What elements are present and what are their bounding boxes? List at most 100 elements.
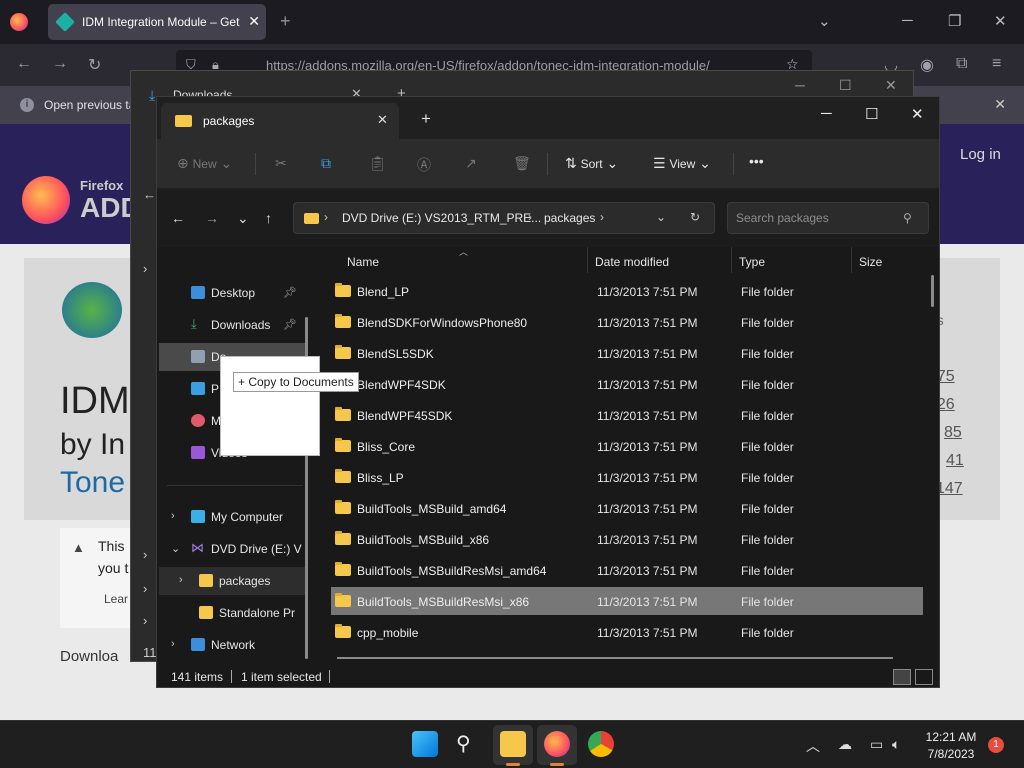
stat-link[interactable]: 41 [946,452,964,470]
nav-item-packages[interactable]: › packages [159,567,305,595]
breadcrumb-separator-icon[interactable]: › [528,210,532,224]
column-header-size[interactable]: Size [859,255,882,269]
more-options-button[interactable]: ••• [749,153,764,169]
notification-close-icon[interactable]: ✕ [994,96,1006,113]
sort-button[interactable]: ⇅ Sort ⌄ [565,155,618,172]
breadcrumb-dvd-drive[interactable]: DVD Drive (E:) VS2013_RTM_PRE... [342,211,541,225]
chevron-right-icon[interactable]: › [143,547,147,562]
nav-item-dvd-drive[interactable]: ⌄ ⋈ DVD Drive (E:) V [159,535,305,563]
breadcrumb-separator-icon[interactable]: › [324,210,328,224]
table-row[interactable]: BuildTools_MSBuildResMsi_amd64 11/3/2013… [331,556,923,584]
nav-item-standalone[interactable]: Standalone Pr [159,599,305,627]
extensions-icon[interactable]: ⧉ [956,55,967,73]
forward-button[interactable]: → [205,210,219,226]
search-input[interactable] [727,202,929,234]
downloads-minimize-button[interactable]: ─ [795,77,805,93]
chevron-right-icon[interactable]: › [171,638,175,650]
table-row[interactable]: BlendSL5SDK 11/3/2013 7:51 PM File folde… [331,339,923,367]
stat-link[interactable]: 85 [944,424,962,442]
firefox-menu-icon[interactable] [10,13,28,31]
chevron-right-icon[interactable]: › [143,613,147,628]
horizontal-scrollbar[interactable] [337,657,893,659]
forward-icon[interactable]: → [52,55,68,73]
menu-icon[interactable]: ≡ [992,55,1001,73]
address-bar[interactable]: › DVD Drive (E:) VS2013_RTM_PRE... › pac… [293,202,715,234]
firefox-tab[interactable]: IDM Integration Module – Get this Extens… [48,4,266,40]
close-tab-icon[interactable]: ✕ [377,112,388,128]
windows-start-icon[interactable] [412,731,438,757]
file-explorer-icon[interactable] [500,731,526,757]
chevron-right-icon[interactable]: › [143,581,147,596]
column-divider[interactable] [851,247,852,273]
chevron-right-icon[interactable]: › [143,261,147,276]
column-divider[interactable] [731,247,732,273]
explorer-tab-packages[interactable]: packages ✕ [161,103,399,139]
new-button[interactable]: ⊕ New ⌄ [177,155,232,172]
reload-icon[interactable]: ↻ [88,55,101,75]
minimize-button[interactable]: ─ [902,12,913,29]
column-header-date[interactable]: Date modified [595,255,669,269]
breadcrumb-packages[interactable]: packages [544,211,595,225]
maximize-button[interactable]: ☐ [865,105,878,123]
copy-icon[interactable]: ⧉ [321,155,331,172]
learn-more-link[interactable]: Lear [104,592,128,606]
notification-badge[interactable]: 1 [988,737,1004,753]
firefox-icon[interactable] [544,731,570,757]
up-button[interactable]: ↑ [265,210,272,226]
addon-author-link[interactable]: Tone [60,466,125,500]
breadcrumb-separator-icon[interactable]: › [600,210,604,224]
column-divider[interactable] [587,247,588,273]
share-icon[interactable]: ↗ [465,155,477,172]
nav-item-desktop[interactable]: Desktop 📌︎ [159,279,305,307]
paste-icon[interactable]: 📋︎ [369,155,387,172]
tab-list-icon[interactable]: ⌄ [818,12,831,30]
downloads-maximize-button[interactable]: ☐ [839,77,852,94]
table-row[interactable]: BlendSDKForWindowsPhone80 11/3/2013 7:51… [331,308,923,336]
column-header-type[interactable]: Type [739,255,765,269]
account-icon[interactable]: ◉ [920,55,934,75]
close-window-button[interactable]: ✕ [994,12,1007,30]
search-icon[interactable]: ⚲ [456,731,482,757]
table-row[interactable]: BlendWPF4SDK 11/3/2013 7:51 PM File fold… [331,370,923,398]
column-header-name[interactable]: Name [347,255,379,269]
table-row[interactable]: BuildTools_MSBuild_x86 11/3/2013 7:51 PM… [331,525,923,553]
recent-locations-button[interactable]: ⌄ [237,210,249,227]
display-icon[interactable]: ▭ [870,736,883,753]
new-tab-button[interactable]: + [421,109,431,129]
table-row[interactable]: cpp_mobile 11/3/2013 7:51 PM File folder [331,618,923,646]
vertical-scrollbar[interactable] [931,275,934,307]
chevron-left-icon[interactable]: ← [143,187,156,202]
delete-icon[interactable]: 🗑︎ [513,155,531,172]
address-dropdown-icon[interactable]: ⌄ [656,210,666,224]
clock-time[interactable]: 12:21 AM [920,730,982,744]
minimize-button[interactable]: ─ [821,105,832,122]
cut-icon[interactable]: ✂ [275,155,287,172]
close-window-button[interactable]: ✕ [911,105,924,123]
refresh-icon[interactable]: ↻ [690,210,700,224]
chevron-right-icon[interactable]: › [179,574,183,586]
clock-date[interactable]: 7/8/2023 [920,747,982,761]
table-row-selected[interactable]: BuildTools_MSBuildResMsi_x86 11/3/2013 7… [331,587,923,615]
volume-icon[interactable]: 🔈︎ [892,736,900,753]
tiles-view-button[interactable] [915,669,933,685]
back-button[interactable]: ← [171,210,185,226]
nav-item-downloads[interactable]: ⤓ Downloads 📌︎ [159,311,305,339]
details-view-button[interactable] [893,669,911,685]
downloads-close-button[interactable]: ✕ [885,77,897,94]
table-row[interactable]: Blend_LP 11/3/2013 7:51 PM File folder [331,277,923,305]
table-row[interactable]: Bliss_Core 11/3/2013 7:51 PM File folder [331,432,923,460]
table-row[interactable]: BuildTools_MSBuild_amd64 11/3/2013 7:51 … [331,494,923,522]
stat-link[interactable]: 147 [936,480,963,498]
chevron-right-icon[interactable]: › [171,510,175,522]
network-off-icon[interactable]: ☁ [838,736,852,753]
restore-button[interactable]: ❐ [948,12,961,30]
chevron-up-icon[interactable]: ︿ [806,736,820,756]
chrome-icon[interactable] [588,731,614,757]
new-tab-button[interactable]: + [280,11,291,32]
login-link[interactable]: Log in [960,146,1001,163]
table-row[interactable]: BlendWPF45SDK 11/3/2013 7:51 PM File fol… [331,401,923,429]
table-row[interactable]: Bliss_LP 11/3/2013 7:51 PM File folder [331,463,923,491]
view-button[interactable]: ☰ View ⌄ [653,155,711,172]
nav-item-network[interactable]: › Network [159,631,305,659]
chevron-down-icon[interactable]: ⌄ [171,542,180,555]
